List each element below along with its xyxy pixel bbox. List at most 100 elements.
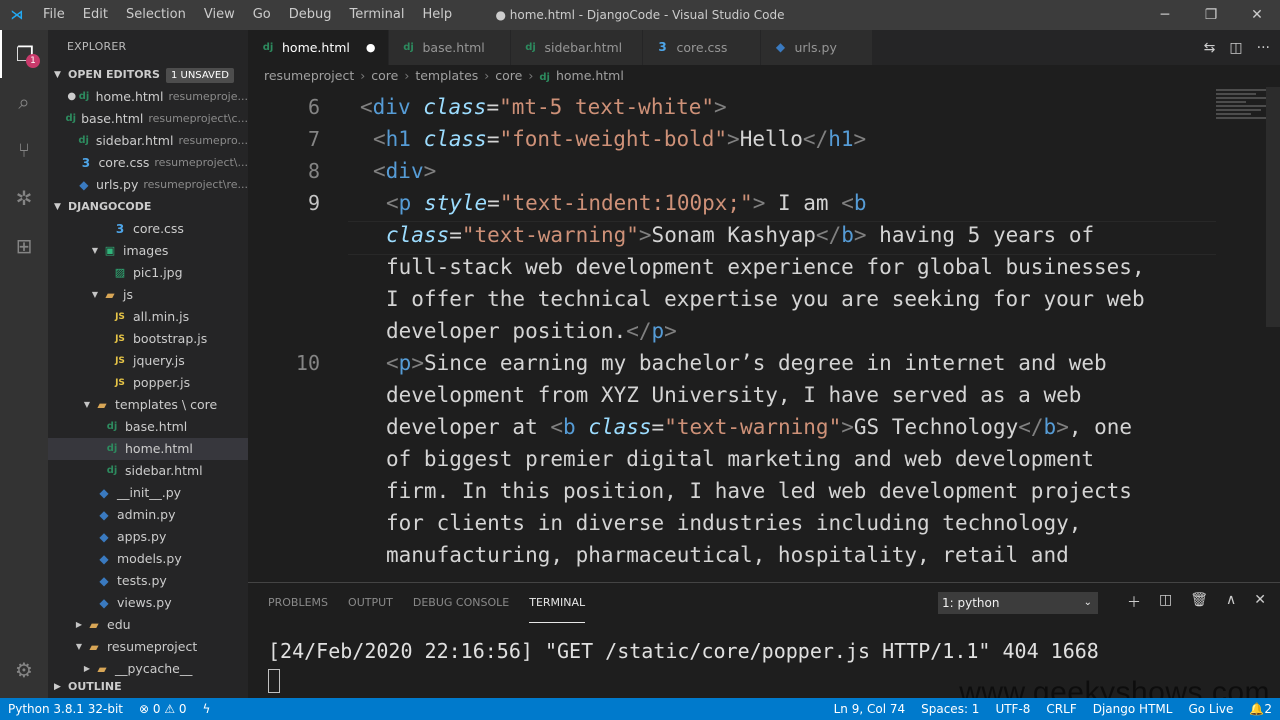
js-file-icon: JS: [115, 356, 125, 366]
split-terminal-icon[interactable]: ◫: [1159, 592, 1172, 612]
more-actions-icon[interactable]: ···: [1257, 40, 1270, 56]
breadcrumb-item[interactable]: home.html: [556, 68, 624, 83]
tree-item[interactable]: ▼ ▣ images: [48, 240, 248, 262]
editor-scrollbar[interactable]: [1266, 87, 1280, 327]
tab-core-css[interactable]: 3 core.css: [642, 30, 761, 65]
tree-item[interactable]: ◆ models.py: [48, 548, 248, 570]
code-editor[interactable]: 6 7 8 9 10 <div class="mt-5 text-white">…: [248, 87, 1280, 582]
open-editor-item[interactable]: 3 core.css resumeproject\...: [48, 152, 248, 174]
menu-file[interactable]: File: [34, 0, 74, 30]
menu-view[interactable]: View: [195, 0, 244, 30]
menu-debug[interactable]: Debug: [280, 0, 341, 30]
open-editor-item[interactable]: dj base.html resumeproject\c...: [48, 108, 249, 130]
tree-item-selected[interactable]: dj home.html: [48, 438, 248, 460]
menu-selection[interactable]: Selection: [117, 0, 195, 30]
tree-item[interactable]: JS all.min.js: [48, 306, 248, 328]
minimap[interactable]: [1216, 87, 1266, 167]
maximize-panel-icon[interactable]: ∧: [1226, 592, 1236, 612]
tab-terminal[interactable]: TERMINAL: [529, 583, 586, 623]
menu-terminal[interactable]: Terminal: [341, 0, 414, 30]
debug-icon[interactable]: ✲: [0, 174, 48, 222]
go-live-button[interactable]: Go Live: [1180, 702, 1241, 716]
python-interpreter[interactable]: Python 3.8.1 32-bit: [0, 702, 131, 716]
close-button[interactable]: ✕: [1234, 0, 1280, 30]
project-label: DJANGOCODE: [68, 200, 152, 213]
split-editor-icon[interactable]: ◫: [1229, 40, 1242, 56]
tree-item[interactable]: ◆ admin.py: [48, 504, 248, 526]
open-editors-header[interactable]: ▼ OPEN EDITORS 1 UNSAVED: [48, 64, 248, 86]
end-of-line[interactable]: CRLF: [1038, 702, 1084, 716]
minimize-button[interactable]: ─: [1142, 0, 1188, 30]
css-file-icon: 3: [115, 222, 125, 236]
tree-item[interactable]: ◆ views.py: [48, 592, 248, 614]
code-line-8: <div>: [373, 159, 437, 183]
terminal-select-value: 1: python: [942, 596, 1000, 610]
cursor-position[interactable]: Ln 9, Col 74: [826, 702, 914, 716]
tab-urls-py[interactable]: ◆ urls.py: [760, 30, 873, 65]
tree-item[interactable]: dj base.html: [48, 416, 248, 438]
tree-item[interactable]: ◆ __init__.py: [48, 482, 248, 504]
encoding[interactable]: UTF-8: [987, 702, 1038, 716]
tab-base-html[interactable]: dj base.html: [388, 30, 511, 65]
file-name: sidebar.html: [95, 133, 174, 148]
close-panel-icon[interactable]: ✕: [1254, 592, 1266, 612]
tree-item[interactable]: JS bootstrap.js: [48, 328, 248, 350]
tree-item[interactable]: ▶ ▰ edu: [48, 614, 248, 636]
js-file-icon: JS: [115, 378, 125, 388]
file-name: home.html: [95, 89, 164, 104]
explorer-icon[interactable]: ❐ 1: [0, 30, 48, 78]
language-mode[interactable]: Django HTML: [1085, 702, 1181, 716]
terminal-select[interactable]: 1: python ⌄: [938, 592, 1098, 614]
outline-header[interactable]: ▶ OUTLINE: [48, 676, 248, 698]
open-editor-item[interactable]: ● dj home.html resumeproje...: [48, 86, 248, 108]
menu-go[interactable]: Go: [244, 0, 280, 30]
lightning-icon[interactable]: ϟ: [195, 702, 219, 716]
problems-count[interactable]: ⊗ 0 ⚠ 0: [131, 702, 195, 716]
new-terminal-icon[interactable]: ＋: [1127, 592, 1141, 612]
tree-item[interactable]: ◆ tests.py: [48, 570, 248, 592]
tree-item[interactable]: ▼ ▰ js: [48, 284, 248, 306]
breadcrumb-item[interactable]: templates: [415, 68, 478, 83]
kill-terminal-icon[interactable]: 🗑: [1190, 592, 1208, 612]
tree-item[interactable]: ▼ ▰ resumeproject: [48, 636, 248, 658]
indentation[interactable]: Spaces: 1: [913, 702, 987, 716]
breadcrumb-item[interactable]: core: [495, 68, 522, 83]
extensions-icon[interactable]: ⊞: [0, 222, 48, 270]
notification-bell-icon[interactable]: 🔔2: [1241, 702, 1280, 716]
open-changes-icon[interactable]: ⇆: [1204, 40, 1216, 56]
tab-debug-console[interactable]: DEBUG CONSOLE: [413, 583, 509, 623]
settings-gear-icon[interactable]: ⚙: [0, 646, 48, 694]
tab-problems[interactable]: PROBLEMS: [268, 583, 328, 623]
tab-label: sidebar.html: [544, 40, 623, 55]
open-editor-item[interactable]: ◆ urls.py resumeproject\re...: [48, 174, 248, 196]
open-editor-item[interactable]: dj sidebar.html resumepro...: [48, 130, 248, 152]
modified-dot-icon[interactable]: ●: [366, 30, 376, 65]
chevron-right-icon: ▶: [75, 620, 83, 629]
menu-edit[interactable]: Edit: [74, 0, 117, 30]
python-file-icon: ◆: [99, 574, 109, 588]
menu-help[interactable]: Help: [413, 0, 461, 30]
tree-item[interactable]: dj sidebar.html: [48, 460, 248, 482]
tree-item-label: __init__.py: [117, 485, 182, 500]
project-header[interactable]: ▼ DJANGOCODE: [48, 196, 248, 218]
tab-sidebar-html[interactable]: dj sidebar.html: [510, 30, 643, 65]
tree-item[interactable]: ◆ apps.py: [48, 526, 248, 548]
line-number-gutter: 6 7 8 9 10: [248, 87, 328, 582]
breadcrumb: resumeproject › core › templates › core › dj home…: [248, 65, 1280, 87]
breadcrumb-item[interactable]: core: [371, 68, 398, 83]
search-icon[interactable]: ⌕: [0, 78, 48, 126]
tree-item[interactable]: 3 core.css: [48, 218, 248, 240]
notification-count: 2: [1264, 702, 1272, 716]
tree-item[interactable]: JS jquery.js: [48, 350, 248, 372]
tree-item[interactable]: ▨ pic1.jpg: [48, 262, 248, 284]
tree-item[interactable]: ▼ ▰ templates \ core: [48, 394, 248, 416]
tab-home-html[interactable]: dj home.html ●: [248, 30, 389, 65]
tab-output[interactable]: OUTPUT: [348, 583, 393, 623]
file-path: resumeproje...: [168, 90, 248, 103]
tree-item-label: home.html: [125, 441, 193, 456]
tree-item[interactable]: JS popper.js: [48, 372, 248, 394]
source-control-icon[interactable]: ⑂: [0, 126, 48, 174]
chevron-right-icon: ›: [528, 68, 534, 83]
restore-button[interactable]: ❐: [1188, 0, 1234, 30]
breadcrumb-item[interactable]: resumeproject: [264, 68, 354, 83]
